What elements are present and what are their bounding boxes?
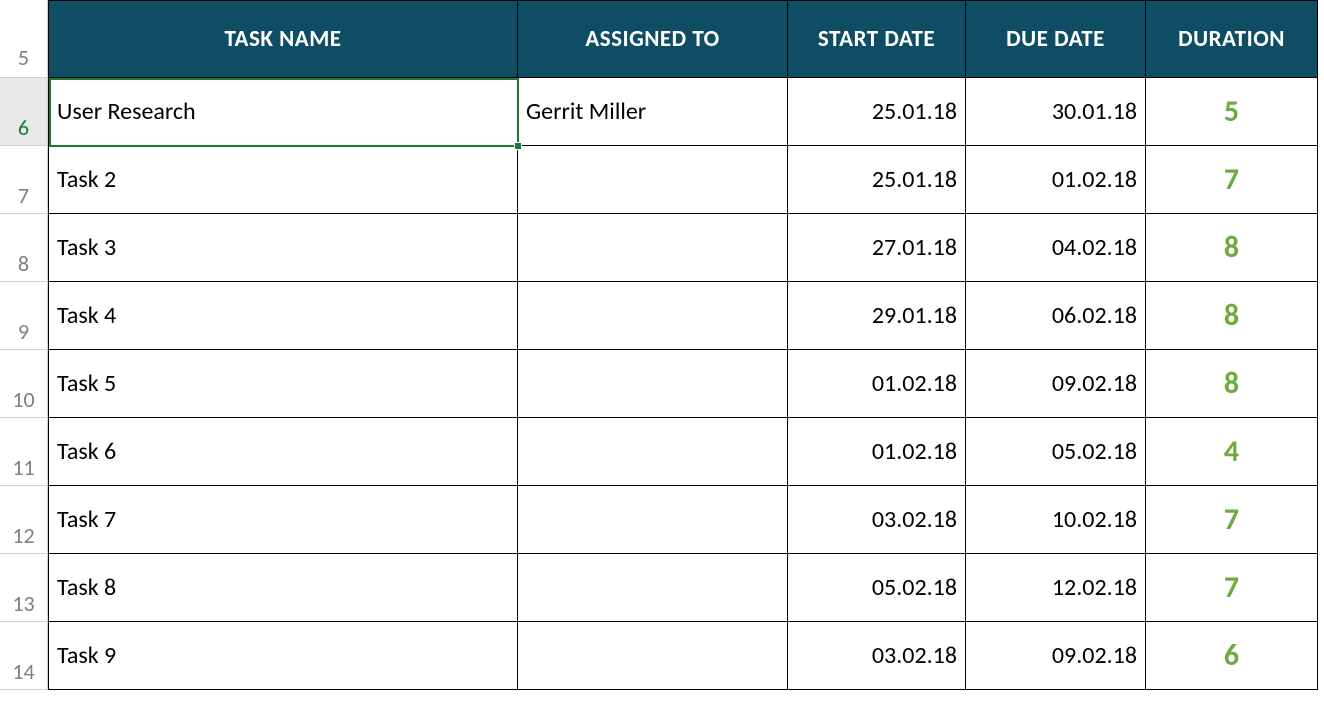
spreadsheet-grid: 5 TASK NAME ASSIGNED TO START DATE DUE D… [0,0,1324,690]
cell-duration[interactable]: 8 [1146,214,1318,282]
column-header-start-date[interactable]: START DATE [788,0,966,78]
cell-assigned-to[interactable] [518,350,788,418]
cell-task-name[interactable]: Task 6 [48,418,518,486]
cell-assigned-to[interactable] [518,554,788,622]
cell-assigned-to[interactable] [518,486,788,554]
column-header-duration[interactable]: DURATION [1146,0,1318,78]
cell-start-date[interactable]: 01.02.18 [788,418,966,486]
cell-assigned-to[interactable] [518,282,788,350]
cell-start-date[interactable]: 01.02.18 [788,350,966,418]
cell-assigned-to[interactable] [518,622,788,690]
cell-duration[interactable]: 5 [1146,78,1318,146]
cell-assigned-to[interactable] [518,214,788,282]
cell-duration[interactable]: 8 [1146,350,1318,418]
cell-due-date[interactable]: 10.02.18 [966,486,1146,554]
row-header[interactable]: 14 [0,622,48,690]
cell-due-date[interactable]: 09.02.18 [966,350,1146,418]
row-header[interactable]: 5 [0,0,48,78]
cell-task-name[interactable]: Task 7 [48,486,518,554]
cell-task-name[interactable]: Task 8 [48,554,518,622]
cell-due-date[interactable]: 06.02.18 [966,282,1146,350]
column-header-assigned-to[interactable]: ASSIGNED TO [518,0,788,78]
cell-duration[interactable]: 7 [1146,554,1318,622]
row-header[interactable]: 10 [0,350,48,418]
cell-due-date[interactable]: 30.01.18 [966,78,1146,146]
cell-start-date[interactable]: 03.02.18 [788,622,966,690]
cell-start-date[interactable]: 25.01.18 [788,146,966,214]
cell-duration[interactable]: 7 [1146,146,1318,214]
cell-assigned-to[interactable] [518,146,788,214]
cell-start-date[interactable]: 29.01.18 [788,282,966,350]
row-header[interactable]: 12 [0,486,48,554]
column-header-task-name[interactable]: TASK NAME [48,0,518,78]
cell-due-date[interactable]: 12.02.18 [966,554,1146,622]
cell-due-date[interactable]: 01.02.18 [966,146,1146,214]
cell-task-name[interactable]: Task 4 [48,282,518,350]
row-header[interactable]: 9 [0,282,48,350]
cell-assigned-to[interactable]: Gerrit Miller [518,78,788,146]
cell-duration[interactable]: 6 [1146,622,1318,690]
cell-due-date[interactable]: 09.02.18 [966,622,1146,690]
column-header-due-date[interactable]: DUE DATE [966,0,1146,78]
row-header[interactable]: 8 [0,214,48,282]
row-header[interactable]: 6 [0,78,48,146]
row-header[interactable]: 11 [0,418,48,486]
cell-task-name[interactable]: Task 5 [48,350,518,418]
cell-assigned-to[interactable] [518,418,788,486]
cell-task-name[interactable]: User Research [48,78,518,146]
cell-due-date[interactable]: 05.02.18 [966,418,1146,486]
row-header[interactable]: 7 [0,146,48,214]
cell-start-date[interactable]: 03.02.18 [788,486,966,554]
cell-duration[interactable]: 7 [1146,486,1318,554]
cell-duration[interactable]: 8 [1146,282,1318,350]
cell-task-name[interactable]: Task 2 [48,146,518,214]
cell-due-date[interactable]: 04.02.18 [966,214,1146,282]
row-header[interactable]: 13 [0,554,48,622]
cell-duration[interactable]: 4 [1146,418,1318,486]
cell-task-name[interactable]: Task 3 [48,214,518,282]
cell-start-date[interactable]: 05.02.18 [788,554,966,622]
cell-task-name[interactable]: Task 9 [48,622,518,690]
cell-start-date[interactable]: 27.01.18 [788,214,966,282]
cell-start-date[interactable]: 25.01.18 [788,78,966,146]
